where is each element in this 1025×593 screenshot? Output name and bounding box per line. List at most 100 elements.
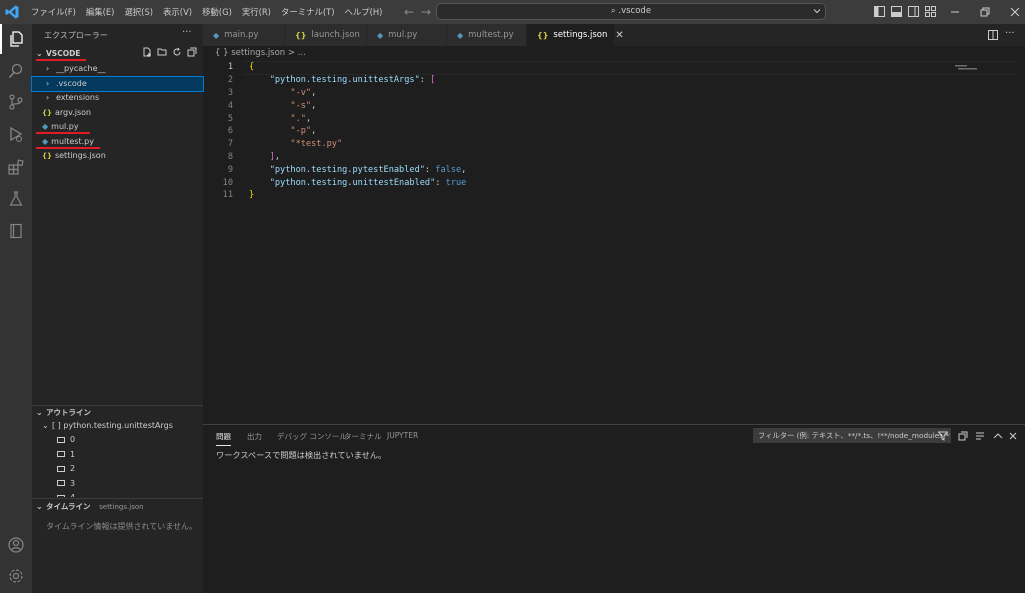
panel-tab-terminal[interactable]: ターミナル [344,431,382,442]
python-file-icon: ◆ [377,30,384,40]
refresh-icon[interactable] [172,47,182,57]
code-line: "python.testing.unittestEnabled": true [269,178,467,188]
python-file-icon: ◆ [42,136,49,146]
array-element-icon [57,451,65,457]
line-number: 3 [227,88,233,98]
manage-activity-button[interactable] [0,561,32,591]
new-file-icon[interactable] [142,47,152,57]
close-window-button[interactable] [1000,0,1025,24]
filter-icon[interactable] [938,431,948,441]
tree-item-label: __pycache__ [56,64,106,73]
back-arrow-icon[interactable]: ← [404,5,414,19]
line-number: 6 [227,126,233,136]
chevron-right-icon: › [46,78,50,88]
tree-item-settings-json[interactable]: {} settings.json [32,149,203,164]
tab-label: main.py [224,30,259,40]
code-line: "-p", [290,126,317,136]
problems-filter-input[interactable]: フィルター (例: テキスト、**/*.ts、!**/node_modules/… [753,428,951,443]
collapse-all-icon[interactable] [958,431,968,441]
panel-tab-problems[interactable]: 問題 [216,431,231,446]
panel-tab-jupyter[interactable]: JUPYTER [387,431,418,440]
panel-tab-output[interactable]: 出力 [247,431,262,442]
outline-root[interactable]: ⌄[ ] python.testing.unittestArgs [42,419,173,434]
menu-selection[interactable]: 選択(S) [119,6,158,18]
panel-tab-debug-console[interactable]: デバッグ コンソール [277,431,347,442]
collapse-all-icon[interactable] [187,47,197,57]
explorer-activity-button[interactable] [0,24,32,54]
title-bar: ファイル(F) 編集(E) 選択(S) 表示(V) 移動(G) 実行(R) ター… [0,0,1025,24]
outline-item[interactable]: 0 [57,433,197,448]
split-editor-icon[interactable] [988,30,998,40]
accounts-activity-button[interactable] [0,530,32,560]
folder-header[interactable]: ⌄ VSCODE [36,49,80,58]
testing-activity-button[interactable] [0,184,32,214]
close-tab-icon[interactable]: ✕ [615,30,623,41]
menu-file[interactable]: ファイル(F) [26,6,81,18]
tab-mul-py[interactable]: ◆ mul.py [367,24,447,46]
vscode-logo-icon [5,5,19,19]
menu-help[interactable]: ヘルプ(H) [339,6,387,18]
json-key: "python.testing.unittestArgs" [269,75,420,85]
toggle-secondary-sidebar-icon[interactable] [908,6,919,17]
tab-label: settings.json [553,30,608,40]
more-actions-icon[interactable]: ··· [182,27,192,38]
toggle-panel-icon[interactable] [891,6,902,17]
code-line: "-v", [290,88,317,98]
command-center-search[interactable]: ⌕ .vscode [436,3,826,20]
search-activity-button[interactable] [0,56,32,86]
extensions-activity-button[interactable] [0,152,32,182]
tree-item-vscode[interactable]: › .vscode [31,75,204,92]
menu-go[interactable]: 移動(G) [197,6,237,18]
outline-header[interactable]: ⌄ アウトライン [36,407,91,418]
notebook-icon [10,223,22,239]
code-line: } [249,190,255,200]
chevron-right-icon: › [46,64,50,73]
menu-view[interactable]: 表示(V) [158,6,197,18]
chevron-right-icon: › [46,93,50,102]
tab-settings-json[interactable]: {} settings.json ✕ [527,24,624,46]
tab-launch-json[interactable]: {} launch.json [285,24,367,46]
search-text: .vscode [618,6,652,16]
source-control-activity-button[interactable] [0,87,32,117]
new-folder-icon[interactable] [157,47,167,57]
json-file-icon: {} [537,30,549,40]
tree-item-pycache[interactable]: › __pycache__ [32,62,203,77]
tab-main-py[interactable]: ◆ main.py [203,24,285,46]
timeline-divider [32,498,203,499]
code-editor[interactable]: 1 2 3 4 5 6 7 8 9 10 11 { "python.testin… [203,60,1025,424]
code-line: "python.testing.unittestArgs": [ [269,75,436,85]
tree-item-argv-json[interactable]: {} argv.json [32,106,203,121]
array-element-icon [57,480,65,486]
tab-multest-py[interactable]: ◆ multest.py [447,24,527,46]
tree-item-extensions[interactable]: › extensions [32,91,203,106]
customize-layout-icon[interactable] [925,6,936,17]
minimap[interactable] [955,65,977,71]
run-debug-activity-button[interactable] [0,119,32,149]
tree-item-label: multest.py [51,136,94,146]
outline-item[interactable]: 1 [57,448,197,463]
outline-item[interactable]: 3 [57,477,197,492]
python-file-icon: ◆ [457,30,464,40]
outline-item[interactable]: 2 [57,462,197,477]
timeline-file: settings.json [99,503,144,511]
notebook-activity-button[interactable] [0,216,32,246]
outline-item-label: 4 [70,493,75,497]
breadcrumb[interactable]: { } settings.json > ... [215,48,306,58]
json-key: "python.testing.unittestEnabled" [269,178,436,188]
toggle-primary-sidebar-icon[interactable] [874,6,885,17]
json-string: "-v" [290,88,312,98]
view-as-list-icon[interactable] [975,431,985,441]
outline-item[interactable]: 4 [57,491,197,497]
more-actions-icon[interactable]: ··· [1005,28,1015,39]
menu-edit[interactable]: 編集(E) [81,6,120,18]
close-panel-icon[interactable] [1008,431,1018,441]
minimize-button[interactable] [940,0,970,24]
menu-run[interactable]: 実行(R) [237,6,276,18]
restore-button[interactable] [970,0,1000,24]
json-string: "-p" [290,126,312,136]
forward-arrow-icon[interactable]: → [421,5,431,19]
menu-terminal[interactable]: ターミナル(T) [276,6,340,18]
tree-item-label: settings.json [54,151,106,160]
timeline-header[interactable]: ⌄ タイムライン settings.json [36,501,144,512]
maximize-panel-icon[interactable] [993,431,1003,441]
